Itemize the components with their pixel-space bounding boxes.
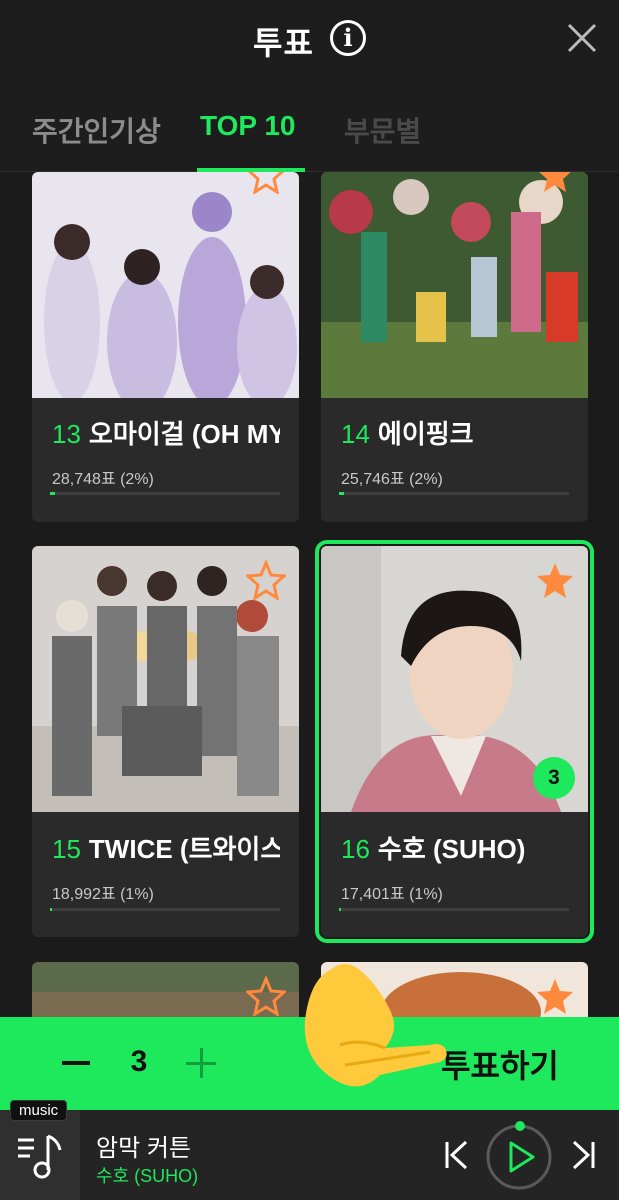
page-title: 투표 [253, 25, 314, 61]
pointing-hand-icon [304, 964, 447, 1087]
previous-track-icon[interactable] [442, 1130, 472, 1180]
rank-number: 14 [341, 419, 370, 449]
rank-number: 13 [52, 419, 81, 449]
playlist-button[interactable] [0, 1110, 80, 1200]
close-icon[interactable] [560, 16, 604, 60]
candidate-title: 15 TWICE (트와이스) [52, 829, 280, 866]
vote-progress-fill [50, 492, 55, 495]
vote-count: 17,401표 (1%) [341, 886, 443, 903]
vote-progress-fill [339, 908, 342, 911]
candidate-name: 수호 (SUHO) [377, 834, 526, 864]
candidate-title: 13오마이걸 (OH MY GIRL) [52, 414, 280, 451]
tab-top10[interactable]: TOP 10 [200, 110, 295, 142]
favorite-star-icon[interactable] [535, 560, 575, 600]
favorite-star-outline-icon[interactable] [246, 560, 286, 600]
song-artist: 수호 (SUHO) [96, 1166, 199, 1186]
candidate-card-16[interactable]: 3 16 수호 (SUHO) 17,401표 (1%) [315, 540, 594, 943]
favorite-star-icon[interactable] [246, 172, 286, 194]
favorite-star-icon[interactable] [535, 976, 575, 1016]
info-icon[interactable]: i [330, 20, 366, 56]
favorite-star-outline-icon[interactable] [246, 976, 286, 1016]
vote-count: 28,748표 (2%) [52, 471, 154, 488]
vote-progress-bar [339, 908, 569, 911]
tab-bar: 주간인기상 TOP 10 부문별 [0, 80, 619, 172]
candidate-card-13[interactable]: 13오마이걸 (OH MY GIRL) 28,748표 (2%) [32, 172, 299, 522]
candidate-card-17[interactable] [32, 962, 299, 1022]
vote-count: 18,992표 (1%) [52, 886, 154, 903]
vote-progress-fill [339, 492, 344, 495]
candidate-title: 16 수호 (SUHO) [341, 829, 569, 866]
vote-progress-bar [339, 492, 569, 495]
mini-player: music 암막 커튼 수호 (SUHO) [0, 1100, 619, 1200]
header: 투표 i [0, 0, 619, 80]
vote-quantity: 3 [130, 1045, 148, 1078]
apink-photo [321, 172, 588, 398]
vote-count: 25,746표 (2%) [341, 471, 443, 488]
decrease-button[interactable] [62, 1061, 90, 1065]
song-title: 암막 커튼 [96, 1135, 191, 1162]
vote-progress-bar [50, 492, 280, 495]
candidate-card-15[interactable]: 15 TWICE (트와이스) 18,992표 (1%) [32, 546, 299, 937]
favorite-star-icon[interactable] [535, 172, 575, 194]
tab-category[interactable]: 부문별 [344, 110, 421, 150]
vote-progress-fill [50, 908, 53, 911]
play-button[interactable] [484, 1118, 554, 1192]
rank-number: 15 [52, 834, 81, 864]
tab-weekly-popular[interactable]: 주간인기상 [32, 110, 161, 150]
next-track-icon[interactable] [568, 1130, 598, 1180]
my-vote-count-badge: 3 [533, 757, 575, 799]
music-note-icon [18, 1134, 62, 1179]
candidate-title: 14 에이핑크 [341, 414, 569, 451]
candidate-card-14[interactable]: 14 에이핑크 25,746표 (2%) [321, 172, 588, 522]
music-tag: music [10, 1100, 68, 1121]
vote-progress-bar [50, 908, 280, 911]
oh-my-girl-photo [32, 172, 299, 398]
candidate-name: TWICE (트와이스) [88, 834, 280, 864]
candidate-name: 오마이걸 (OH MY GIRL) [88, 419, 280, 449]
rank-number: 16 [341, 834, 370, 864]
candidate-name: 에이핑크 [377, 419, 474, 449]
increase-button[interactable] [186, 1048, 216, 1078]
